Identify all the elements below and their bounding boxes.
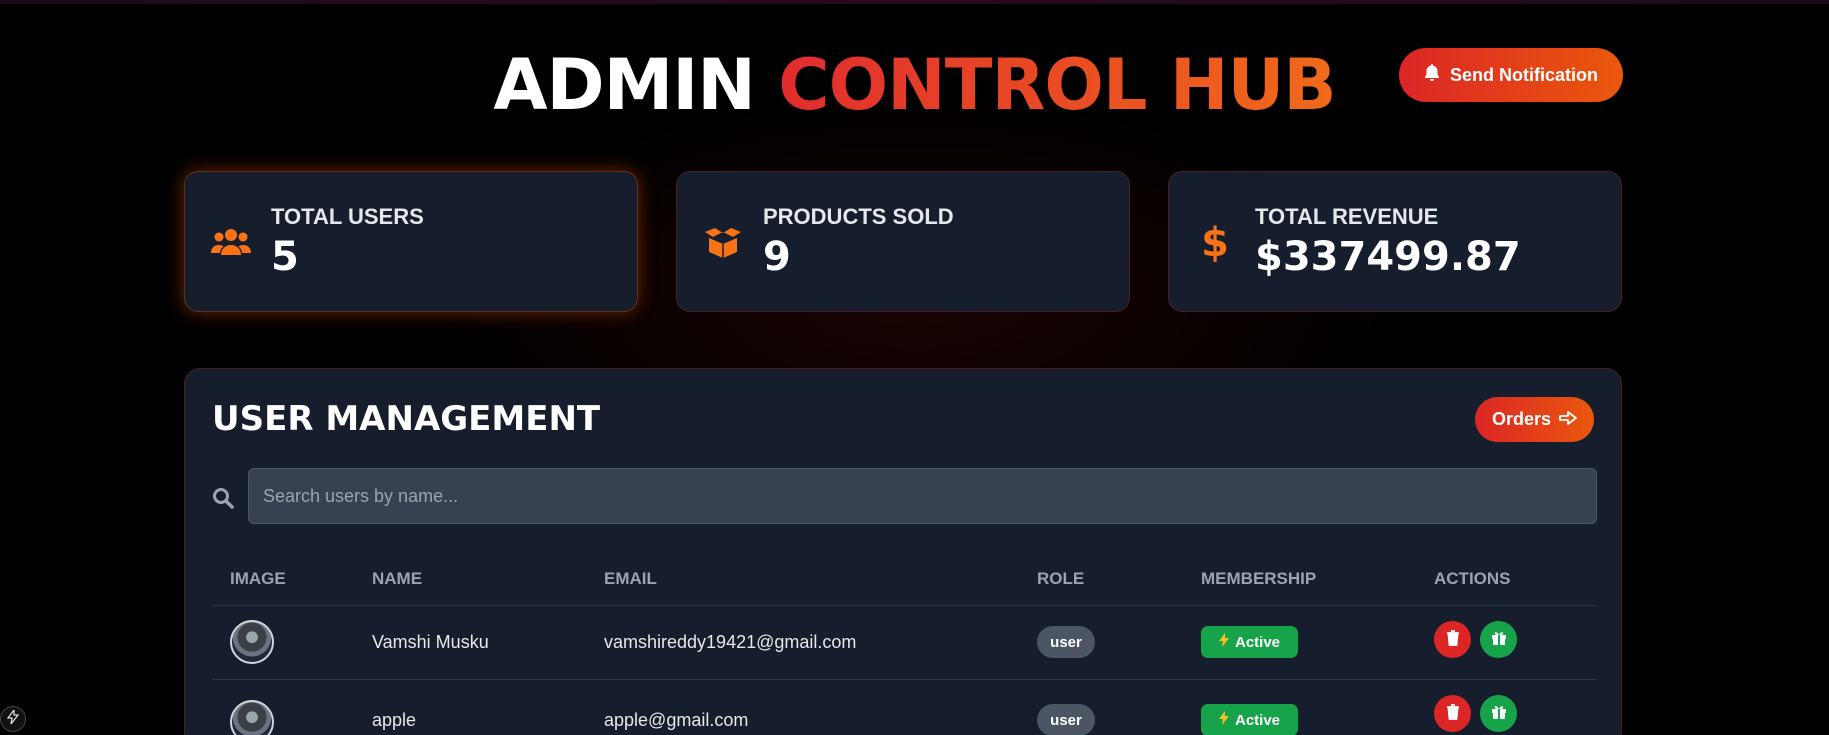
- stat-card-total-users: TOTAL USERS 5: [184, 171, 638, 312]
- orders-button[interactable]: Orders: [1475, 397, 1594, 442]
- role-badge: user: [1037, 626, 1095, 658]
- title-red-part: CONTROL HUB: [778, 44, 1336, 126]
- gift-membership-button[interactable]: [1480, 695, 1517, 732]
- dev-indicator-badge[interactable]: [0, 706, 26, 732]
- gift-icon: [1491, 630, 1507, 649]
- membership-badge: Active: [1201, 626, 1298, 658]
- stat-card-total-revenue: $ TOTAL REVENUE $337499.87: [1168, 171, 1622, 312]
- stat-value: 9: [763, 233, 791, 280]
- delete-user-button[interactable]: [1434, 695, 1471, 732]
- stat-value: 5: [271, 233, 299, 280]
- user-management-panel: USER MANAGEMENT Orders IMAGE NAME EMAIL …: [184, 368, 1622, 735]
- stat-label: PRODUCTS SOLD: [763, 203, 954, 229]
- bolt-icon: [1218, 711, 1229, 729]
- membership-label: Active: [1234, 711, 1281, 729]
- svg-text:$: $: [1202, 220, 1228, 264]
- user-email: vamshireddy19421@gmail.com: [604, 632, 857, 652]
- title-white-part: ADMIN: [493, 44, 756, 126]
- column-header-name: NAME: [372, 569, 423, 588]
- search-input[interactable]: [248, 468, 1597, 524]
- send-notification-button[interactable]: Send Notification: [1399, 48, 1623, 102]
- gift-membership-button[interactable]: [1480, 621, 1517, 658]
- role-badge: user: [1037, 704, 1095, 735]
- user-name: apple: [372, 710, 417, 730]
- stat-label: TOTAL REVENUE: [1255, 203, 1439, 229]
- stat-label: TOTAL USERS: [271, 203, 424, 229]
- membership-badge: Active: [1201, 704, 1298, 735]
- send-notification-label: Send Notification: [1450, 64, 1598, 85]
- user-email: apple@gmail.com: [604, 710, 749, 730]
- column-header-email: EMAIL: [604, 569, 657, 588]
- trash-icon: [1446, 704, 1460, 723]
- user-name: Vamshi Musku: [372, 632, 489, 652]
- table-row: Vamshi Musku vamshireddy19421@gmail.com …: [185, 606, 1621, 679]
- box-open-icon: [701, 226, 745, 258]
- bolt-icon: [1218, 633, 1229, 651]
- section-title: USER MANAGEMENT: [212, 399, 601, 439]
- dollar-icon: $: [1193, 220, 1237, 264]
- column-header-actions: ACTIONS: [1434, 569, 1511, 588]
- users-icon: [209, 227, 253, 257]
- bell-icon: [1424, 63, 1440, 87]
- gift-icon: [1491, 704, 1507, 723]
- top-accent-line: [0, 0, 1829, 4]
- lightning-icon: [6, 707, 20, 729]
- avatar: [230, 620, 274, 664]
- column-header-role: ROLE: [1037, 569, 1085, 588]
- delete-user-button[interactable]: [1434, 621, 1471, 658]
- column-header-image: IMAGE: [230, 569, 286, 588]
- stat-card-products-sold: PRODUCTS SOLD 9: [676, 171, 1130, 312]
- admin-dashboard: ADMIN CONTROL HUB Send Notification TOTA…: [0, 0, 1829, 735]
- trash-icon: [1446, 630, 1460, 649]
- orders-label: Orders: [1491, 409, 1552, 429]
- table-row: apple apple@gmail.com user Active: [185, 680, 1621, 735]
- membership-label: Active: [1234, 633, 1281, 651]
- arrow-right-icon: [1559, 409, 1577, 430]
- stat-value: $337499.87: [1255, 233, 1521, 280]
- search-icon: [212, 487, 234, 514]
- avatar: [230, 700, 274, 735]
- column-header-membership: MEMBERSHIP: [1201, 569, 1317, 588]
